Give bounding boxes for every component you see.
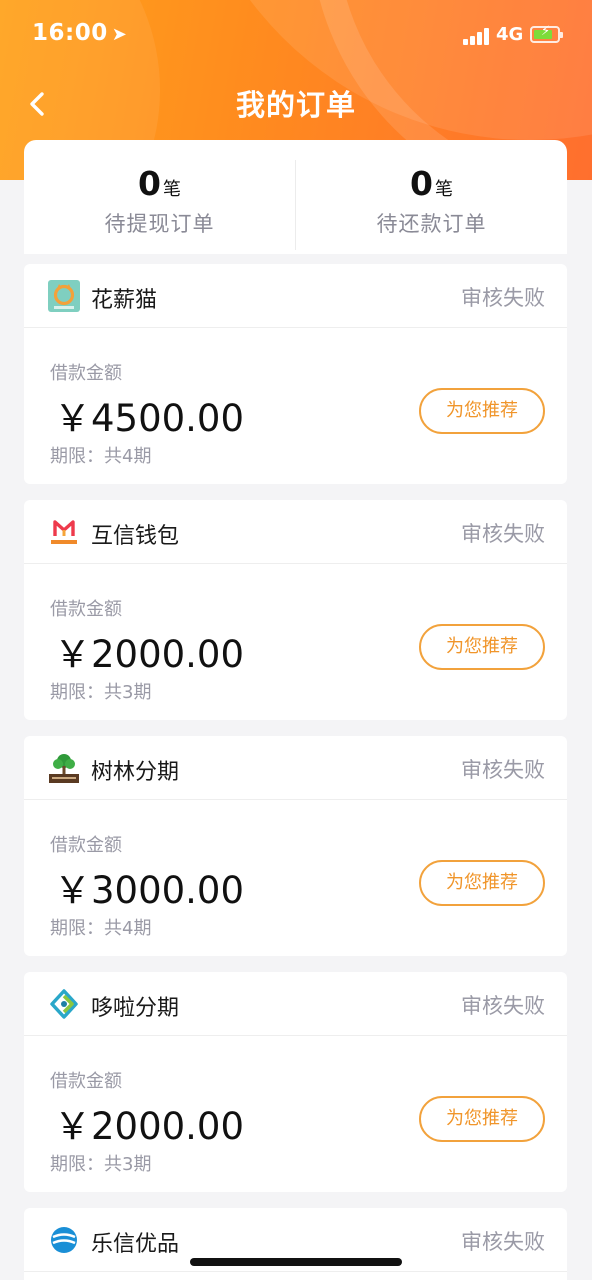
- loan-amount: ￥4500.00: [54, 397, 245, 440]
- recommend-button[interactable]: 为您推荐: [419, 1096, 545, 1142]
- network-type: 4G: [496, 24, 524, 45]
- pending-withdraw-unit: 笔: [162, 179, 181, 200]
- order-summary: 0笔 待提现订单 0笔 待还款订单: [24, 140, 567, 254]
- amount-label: 借款金额: [50, 1071, 122, 1092]
- order-header: 互信钱包 审核失败: [24, 500, 567, 564]
- huaxinmao-logo-icon: [48, 280, 80, 312]
- order-card[interactable]: 哆啦分期 审核失败 借款金额 ￥2000.00 期限：共3期 为您推荐: [24, 972, 567, 1192]
- tree-logo-icon: [49, 754, 79, 783]
- order-header: 哆啦分期 审核失败: [24, 972, 567, 1036]
- order-card[interactable]: 乐信优品 审核失败: [24, 1208, 567, 1280]
- pending-repay-label: 待还款订单: [376, 212, 487, 236]
- pending-withdraw-summary[interactable]: 0笔 待提现订单: [24, 140, 295, 254]
- platform-name: 互信钱包: [91, 524, 180, 549]
- status-badge: 审核失败: [461, 522, 545, 546]
- amount-label: 借款金额: [50, 599, 122, 620]
- platform-name: 乐信优品: [91, 1232, 180, 1257]
- order-card[interactable]: 树林分期 审核失败 借款金额 ￥3000.00 期限：共4期 为您推荐: [24, 736, 567, 956]
- platform-name: 树林分期: [91, 760, 180, 785]
- platform-name: 花薪猫: [91, 288, 158, 313]
- pending-repay-unit: 笔: [434, 179, 453, 200]
- home-indicator[interactable]: [190, 1258, 402, 1266]
- status-badge: 审核失败: [461, 286, 545, 310]
- loan-amount: ￥2000.00: [54, 1105, 245, 1148]
- loan-term: 期限：共3期: [50, 1154, 152, 1175]
- status-badge: 审核失败: [461, 1230, 545, 1254]
- duola-logo-icon: [50, 989, 78, 1019]
- status-bar: 16:00 ➤ 4G ⚡: [0, 0, 592, 72]
- huxin-wallet-logo-icon: [48, 516, 80, 548]
- pending-repay-summary[interactable]: 0笔 待还款订单: [296, 140, 567, 254]
- recommend-button[interactable]: 为您推荐: [419, 860, 545, 906]
- status-badge: 审核失败: [461, 994, 545, 1018]
- battery-charging-icon: ⚡: [530, 24, 563, 43]
- loan-term: 期限：共4期: [50, 446, 152, 467]
- order-card[interactable]: 花薪猫 审核失败 借款金额 ￥4500.00 期限：共4期 为您推荐: [24, 264, 567, 484]
- order-header: 花薪猫 审核失败: [24, 264, 567, 328]
- pending-withdraw-count: 0: [138, 164, 161, 203]
- platform-name: 哆啦分期: [91, 996, 180, 1021]
- page-title: 我的订单: [235, 88, 356, 122]
- recommend-button[interactable]: 为您推荐: [419, 624, 545, 670]
- order-header: 树林分期 审核失败: [24, 736, 567, 800]
- lexin-logo-icon: [51, 1227, 77, 1253]
- location-arrow-icon: ➤: [111, 24, 128, 45]
- recommend-button[interactable]: 为您推荐: [419, 388, 545, 434]
- status-badge: 审核失败: [461, 758, 545, 782]
- loan-term: 期限：共4期: [50, 918, 152, 939]
- pending-withdraw-label: 待提现订单: [104, 212, 215, 236]
- status-time: 16:00 ➤: [32, 20, 128, 46]
- loan-amount: ￥3000.00: [54, 869, 245, 912]
- loan-amount: ￥2000.00: [54, 633, 245, 676]
- pending-repay-count: 0: [410, 164, 433, 203]
- amount-label: 借款金额: [50, 835, 122, 856]
- amount-label: 借款金额: [50, 363, 122, 384]
- order-card[interactable]: 互信钱包 审核失败 借款金额 ￥2000.00 期限：共3期 为您推荐: [24, 500, 567, 720]
- loan-term: 期限：共3期: [50, 682, 152, 703]
- signal-icon: [463, 27, 491, 45]
